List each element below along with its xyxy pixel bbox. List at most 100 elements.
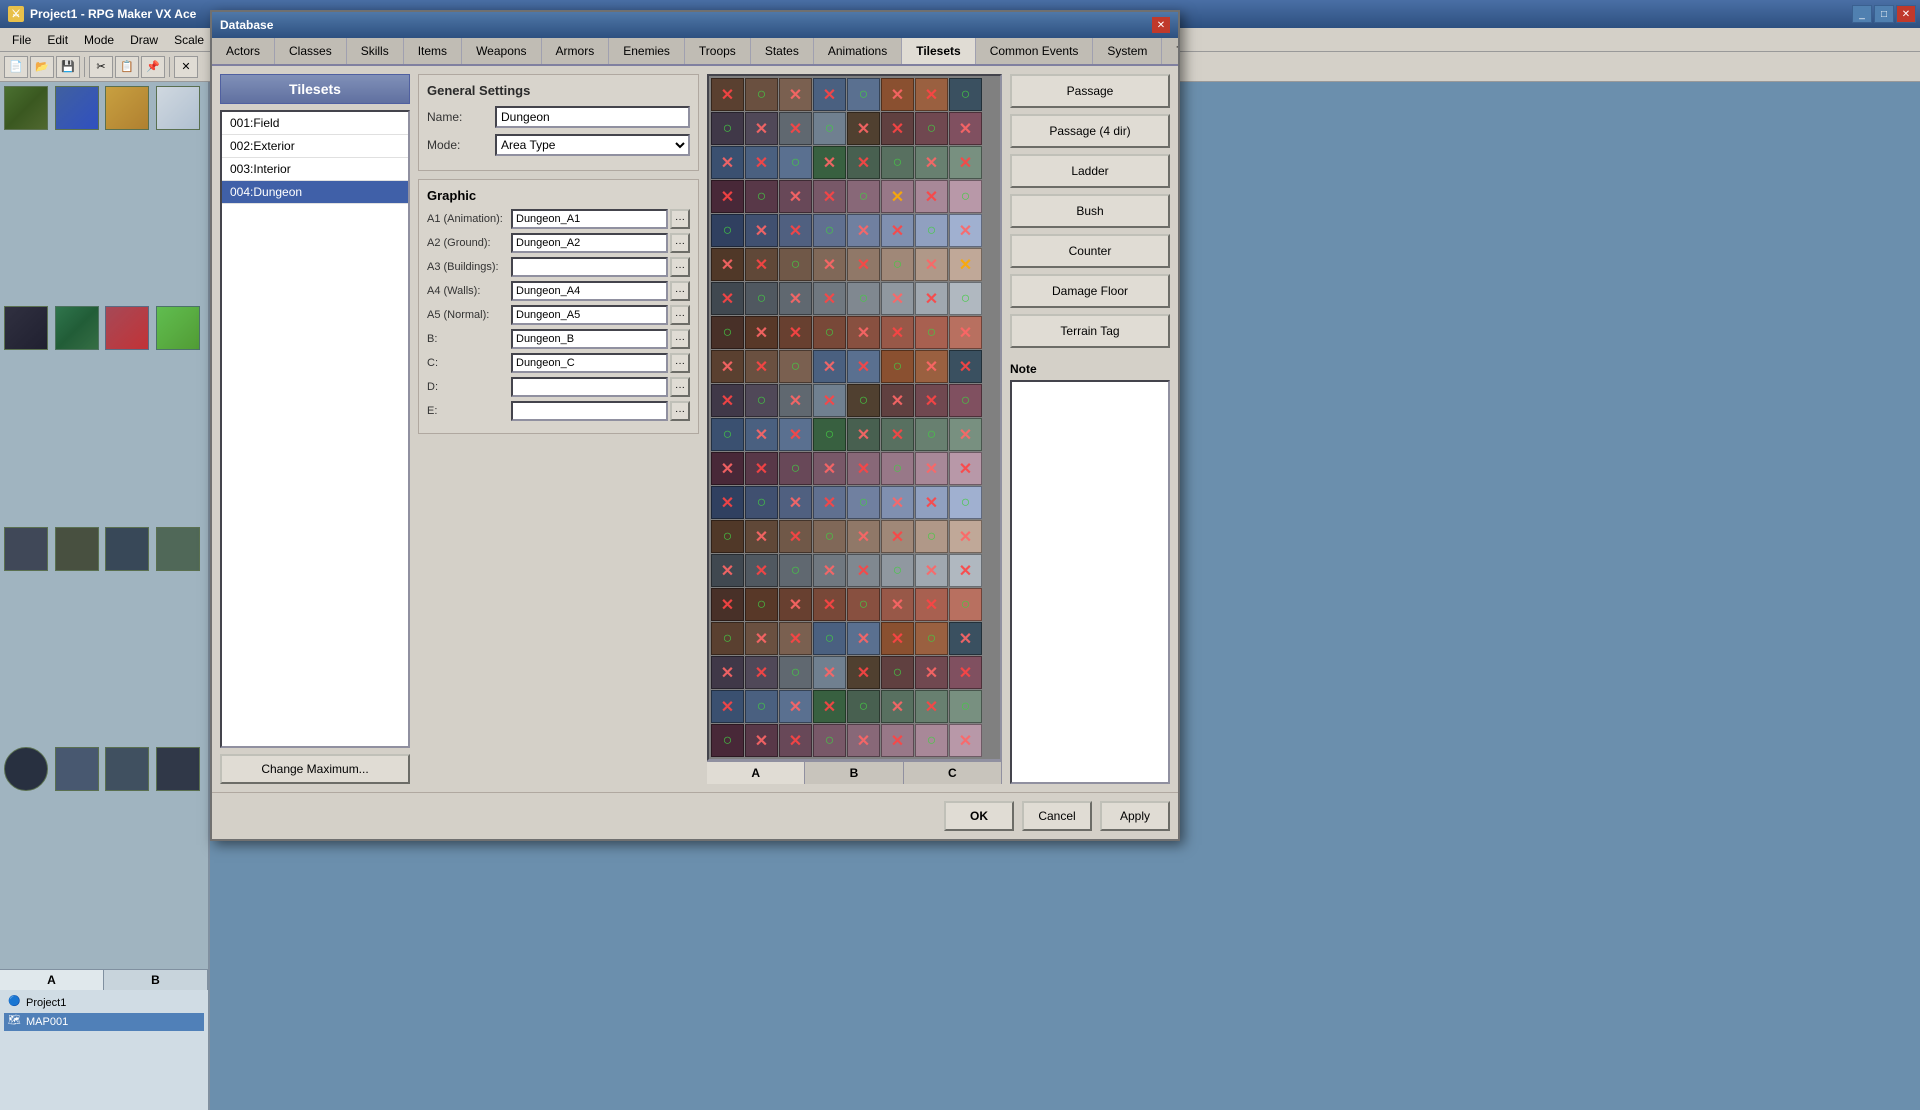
tile-cell[interactable]: ○ <box>881 248 914 281</box>
tile-cell[interactable]: ✕ <box>881 282 914 315</box>
tile-cell[interactable]: ○ <box>915 316 948 349</box>
tile-cell[interactable]: ✕ <box>813 248 846 281</box>
tileset-tab-a[interactable]: A <box>707 762 805 784</box>
tab-states[interactable]: States <box>751 38 814 64</box>
tile-cell[interactable]: ✕ <box>711 554 744 587</box>
tile-cell[interactable]: ✕ <box>779 214 812 247</box>
tile-cell[interactable]: ✕ <box>711 180 744 213</box>
tile-cell[interactable]: ✕ <box>915 78 948 111</box>
tile-cell[interactable]: ✕ <box>813 146 846 179</box>
tile-cell[interactable]: ○ <box>813 724 846 757</box>
tab-armors[interactable]: Armors <box>542 38 610 64</box>
tile-cell[interactable]: ○ <box>915 622 948 655</box>
tile-cell[interactable]: ✕ <box>745 622 778 655</box>
tile-cell[interactable]: ○ <box>711 418 744 451</box>
tile-cell[interactable]: ○ <box>949 588 982 621</box>
thumb-4[interactable] <box>156 86 200 130</box>
tile-cell[interactable]: ✕ <box>813 690 846 723</box>
passage-4dir-button[interactable]: Passage (4 dir) <box>1010 114 1170 148</box>
tile-cell[interactable]: ✕ <box>813 588 846 621</box>
tile-cell[interactable]: ✕ <box>745 350 778 383</box>
thumb-13[interactable] <box>4 747 48 791</box>
tile-cell[interactable]: ✕ <box>881 622 914 655</box>
tab-animations[interactable]: Animations <box>814 38 902 64</box>
tile-cell[interactable]: ✕ <box>949 656 982 689</box>
tile-cell[interactable]: ✕ <box>813 384 846 417</box>
tile-cell[interactable]: ✕ <box>881 112 914 145</box>
tile-cell[interactable]: ✕ <box>847 146 880 179</box>
tile-cell[interactable]: ✕ <box>779 78 812 111</box>
tile-cell[interactable]: ✕ <box>915 146 948 179</box>
thumb-5[interactable] <box>4 306 48 350</box>
thumb-6[interactable] <box>55 306 99 350</box>
tile-cell[interactable]: ✕ <box>779 282 812 315</box>
tile-cell[interactable]: ✕ <box>915 282 948 315</box>
minimize-button[interactable]: _ <box>1852 5 1872 23</box>
tile-cell[interactable]: ○ <box>847 486 880 519</box>
tile-cell[interactable]: ✕ <box>847 520 880 553</box>
toolbar-delete[interactable]: ✕ <box>174 56 198 78</box>
thumb-16[interactable] <box>156 747 200 791</box>
tile-cell[interactable]: ○ <box>847 384 880 417</box>
tile-cell[interactable]: ✕ <box>949 316 982 349</box>
tile-cell[interactable]: ○ <box>813 112 846 145</box>
tile-cell[interactable]: ✕ <box>813 282 846 315</box>
tile-cell[interactable]: ✕ <box>813 180 846 213</box>
tile-cell[interactable]: ✕ <box>711 146 744 179</box>
tile-cell[interactable]: ✕ <box>915 486 948 519</box>
tile-cell[interactable]: ○ <box>847 282 880 315</box>
tile-cell[interactable]: ○ <box>881 146 914 179</box>
tile-cell[interactable]: ○ <box>915 214 948 247</box>
tab-system[interactable]: System <box>1093 38 1162 64</box>
menu-edit[interactable]: Edit <box>39 31 76 49</box>
tile-cell[interactable]: ✕ <box>745 316 778 349</box>
tile-cell[interactable]: ✕ <box>949 724 982 757</box>
tile-cell[interactable]: ○ <box>949 282 982 315</box>
tile-cell[interactable]: ✕ <box>779 520 812 553</box>
maximize-button[interactable]: □ <box>1874 5 1894 23</box>
tile-cell[interactable]: ✕ <box>949 350 982 383</box>
ladder-button[interactable]: Ladder <box>1010 154 1170 188</box>
graphic-a2-input[interactable] <box>511 233 668 253</box>
graphic-e-browse[interactable]: ··· <box>670 401 690 421</box>
tile-cell[interactable]: ○ <box>779 146 812 179</box>
damage-floor-button[interactable]: Damage Floor <box>1010 274 1170 308</box>
toolbar-copy[interactable]: 📋 <box>115 56 139 78</box>
left-tab-a[interactable]: A <box>0 970 104 990</box>
tile-cell[interactable]: ○ <box>813 214 846 247</box>
tile-cell[interactable]: ○ <box>813 418 846 451</box>
tile-cell[interactable]: ✕ <box>779 724 812 757</box>
graphic-e-input[interactable] <box>511 401 668 421</box>
list-item-002[interactable]: 002:Exterior <box>222 135 408 158</box>
tile-cell[interactable]: ✕ <box>847 554 880 587</box>
tile-cell[interactable]: ✕ <box>711 690 744 723</box>
tree-map001[interactable]: 🗺 MAP001 <box>4 1013 204 1031</box>
tile-cell[interactable]: ✕ <box>745 146 778 179</box>
ok-button[interactable]: OK <box>944 801 1014 831</box>
tile-cell[interactable]: ✕ <box>847 724 880 757</box>
menu-mode[interactable]: Mode <box>76 31 122 49</box>
tile-cell[interactable]: ✕ <box>779 588 812 621</box>
passage-button[interactable]: Passage <box>1010 74 1170 108</box>
tile-cell[interactable]: ✕ <box>847 316 880 349</box>
tile-cell[interactable]: ✕ <box>745 656 778 689</box>
tile-cell[interactable]: ○ <box>813 316 846 349</box>
tile-cell[interactable]: ✕ <box>881 588 914 621</box>
tile-cell[interactable]: ✕ <box>779 316 812 349</box>
tile-cell[interactable]: ✕ <box>915 452 948 485</box>
tile-cell[interactable]: ✕ <box>949 112 982 145</box>
thumb-2[interactable] <box>55 86 99 130</box>
tile-cell[interactable]: ✕ <box>847 214 880 247</box>
graphic-a5-browse[interactable]: ··· <box>670 305 690 325</box>
menu-scale[interactable]: Scale <box>166 31 212 49</box>
cancel-button[interactable]: Cancel <box>1022 801 1092 831</box>
tile-cell[interactable]: ✕ <box>915 554 948 587</box>
tile-cell[interactable]: ○ <box>779 656 812 689</box>
tile-cell[interactable]: ✕ <box>779 180 812 213</box>
list-box[interactable]: 001:Field 002:Exterior 003:Interior 004:… <box>220 110 410 748</box>
tab-skills[interactable]: Skills <box>347 38 404 64</box>
thumb-14[interactable] <box>55 747 99 791</box>
tile-cell[interactable]: ✕ <box>711 486 744 519</box>
thumb-1[interactable] <box>4 86 48 130</box>
graphic-b-input[interactable] <box>511 329 668 349</box>
